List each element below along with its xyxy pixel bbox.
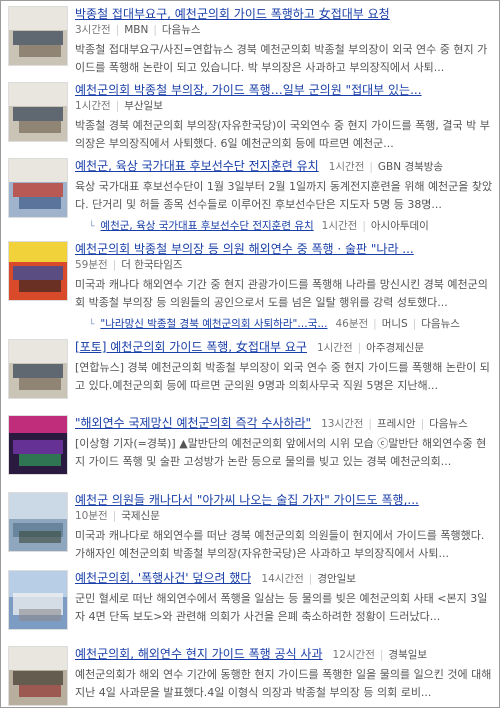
news-time: 13시간전 bbox=[321, 418, 364, 430]
news-snippet: [이상형 기자(=경북)] ▲말반단의 예천군의회 앞에서의 시위 모습 ⓒ말반… bbox=[75, 437, 487, 468]
related-source[interactable]: 머니S bbox=[382, 318, 408, 330]
news-time: 10분전 bbox=[75, 510, 108, 522]
news-title-link[interactable]: 예천군의회, '폭행사건' 덮으려 했다 bbox=[75, 570, 251, 586]
news-source[interactable]: 다음뉴스 bbox=[162, 24, 201, 36]
news-source[interactable]: 프레시안 bbox=[377, 418, 416, 430]
related-article-link[interactable]: "나라망신 박종철 경북 예천군의회 사퇴하라"…국... bbox=[100, 318, 327, 330]
news-thumbnail[interactable] bbox=[8, 158, 68, 218]
related-source[interactable]: 아시아투데이 bbox=[371, 220, 429, 232]
news-time: 12시간전 bbox=[332, 649, 375, 661]
news-time: 1시간전 bbox=[75, 100, 111, 112]
news-title-link[interactable]: 예천군, 육상 국가대표 후보선수단 전지훈련 유치 bbox=[75, 158, 319, 174]
news-meta: 10분전 | 국제신문 bbox=[75, 510, 160, 522]
news-time: 1시간전 bbox=[316, 342, 353, 354]
related-source[interactable]: 다음뉴스 bbox=[421, 318, 460, 330]
news-thumbnail[interactable] bbox=[8, 241, 68, 301]
news-meta: 12시간전 | 경북일보 bbox=[332, 649, 428, 661]
news-thumbnail[interactable] bbox=[8, 82, 68, 142]
news-results-list: 박종철 접대부요구, 예천군의회 가이드 폭행하고 女접대부 요청 3시간전 | M… bbox=[0, 0, 500, 708]
news-thumbnail[interactable] bbox=[8, 646, 68, 706]
news-title-link[interactable]: 예천군 의원들 캐나다서 "아가씨 나오는 술집 가자" 가이드도 폭행,... bbox=[75, 492, 493, 508]
news-thumbnail[interactable] bbox=[8, 415, 68, 475]
news-meta: 13시간전 | 프레시안 | 다음뉴스 bbox=[321, 418, 468, 430]
news-source[interactable]: 더 한국타임즈 bbox=[121, 259, 182, 271]
news-title-link[interactable]: "해외연수 국제망신 예천군의회 즉각 수사하라" bbox=[75, 415, 311, 431]
news-thumbnail[interactable] bbox=[8, 339, 68, 399]
related-bullet-icon: └ bbox=[89, 222, 95, 232]
news-meta: 3시간전 | MBN | 다음뉴스 bbox=[75, 24, 201, 36]
news-snippet: 미국과 캐나다 해외연수 기간 중 현지 관광가이드를 폭행해 나라를 망신시킨… bbox=[75, 278, 488, 309]
news-meta: 1시간전 | 아주경제신문 bbox=[316, 342, 425, 354]
news-source[interactable]: GBN 경북방송 bbox=[378, 161, 443, 173]
news-title-link[interactable]: [포토] 예천군의회 가이드 폭행, 女접대부 요구 bbox=[75, 339, 307, 355]
related-time: 1시간전 bbox=[321, 220, 358, 232]
news-time: 1시간전 bbox=[328, 161, 365, 173]
news-thumbnail[interactable] bbox=[8, 570, 68, 630]
news-source[interactable]: 국제신문 bbox=[121, 510, 160, 522]
news-snippet: 박종철 접대부요구/사진=연합뉴스 경북 예천군의회 박종철 부의장이 외국 연… bbox=[75, 43, 488, 74]
related-article-link[interactable]: 예천군, 육상 국가대표 후보선수단 전지훈련 유치 bbox=[100, 220, 313, 232]
news-snippet: [연합뉴스] 경북 예천군의회 박종철 부의장이 외국 연수 중 현지 가이드를… bbox=[75, 361, 490, 392]
related-article: └ 예천군, 육상 국가대표 후보선수단 전지훈련 유치 1시간전 | 아시아투데이 bbox=[89, 220, 429, 232]
news-time: 14시간전 bbox=[261, 573, 304, 585]
news-time: 59분전 bbox=[75, 259, 108, 271]
news-title-link[interactable]: 예천군의회 박종철 부의장 등 의원 해외연수 중 폭행 · 술판 "나라 ..… bbox=[75, 241, 493, 257]
news-snippet: 박종철 경북 예천군의회 부의장(자유한국당)이 국외연수 중 현지 가이드를 … bbox=[75, 119, 490, 150]
news-time: 3시간전 bbox=[75, 24, 111, 36]
news-source[interactable]: 부산일보 bbox=[124, 100, 163, 112]
news-meta: 59분전 | 더 한국타임즈 bbox=[75, 259, 183, 271]
news-snippet: 육상 국가대표 후보선수단이 1월 3일부터 2월 1일까지 동계전지훈련을 위… bbox=[75, 180, 493, 211]
news-title-link[interactable]: 예천군의회, 해외연수 현지 가이드 폭행 공식 사과 bbox=[75, 646, 323, 662]
news-source[interactable]: 다음뉴스 bbox=[429, 418, 468, 430]
news-meta: 14시간전 | 경안일보 bbox=[261, 573, 356, 585]
news-thumbnail[interactable] bbox=[8, 6, 68, 66]
related-article: └ "나라망신 박종철 경북 예천군의회 사퇴하라"…국... 46분전 | 머니S | 다… bbox=[89, 318, 460, 330]
news-meta: 1시간전 | GBN 경북방송 bbox=[328, 161, 444, 173]
news-snippet: 예천군의회가 해외 연수 기간에 동행한 현지 가이드를 폭행한 일을 물의를 … bbox=[75, 668, 492, 699]
news-thumbnail[interactable] bbox=[8, 492, 68, 552]
related-time: 46분전 bbox=[335, 318, 369, 330]
news-snippet: 미국과 캐나다로 해외연수를 떠난 경북 예천군의회 의원들이 현지에서 가이드… bbox=[75, 529, 485, 560]
news-meta: 1시간전 | 부산일보 bbox=[75, 100, 163, 112]
news-source[interactable]: 경북일보 bbox=[388, 649, 427, 661]
news-title-link[interactable]: 박종철 접대부요구, 예천군의회 가이드 폭행하고 女접대부 요청 bbox=[75, 6, 493, 22]
news-snippet: 군민 혈세로 떠난 해외연수에서 폭행을 일삼는 등 물의를 빚은 예천군의회 … bbox=[75, 592, 488, 623]
news-source[interactable]: 경안일보 bbox=[317, 573, 356, 585]
news-source[interactable]: 아주경제신문 bbox=[366, 342, 424, 354]
related-bullet-icon: └ bbox=[89, 320, 95, 330]
news-source[interactable]: MBN bbox=[124, 24, 148, 36]
news-title-link[interactable]: 예천군의회 박종철 부의장, 가이드 폭행…일부 군의원 "접대부 있는... bbox=[75, 82, 493, 98]
